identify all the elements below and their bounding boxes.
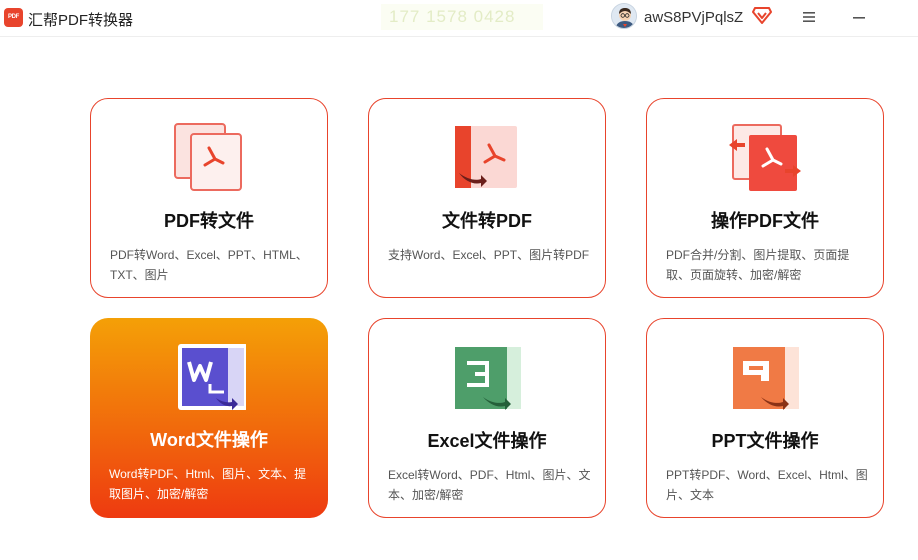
card-title: Word文件操作 xyxy=(150,430,268,450)
vip-diamond-icon[interactable] xyxy=(752,6,772,24)
card-file-to-pdf[interactable]: 文件转PDF 支持Word、Excel、PPT、图片转PDF xyxy=(368,98,606,298)
card-title: PPT文件操作 xyxy=(711,431,819,451)
card-operate-pdf[interactable]: 操作PDF文件 PDF合并/分割、图片提取、页面提取、页面旋转、加密/解密 xyxy=(646,98,884,298)
ppt-document-icon xyxy=(733,347,799,410)
card-description: PPT转PDF、Word、Excel、Html、图片、文本 xyxy=(666,468,868,502)
file-to-pdf-icon xyxy=(455,126,517,188)
operate-pdf-icon xyxy=(729,124,801,191)
excel-document-icon xyxy=(455,347,521,410)
watermark-text: 177 1578 0428 xyxy=(381,4,543,30)
card-description: PDF合并/分割、图片提取、页面提取、页面旋转、加密/解密 xyxy=(666,248,850,282)
card-word-operations[interactable]: Word文件操作 Word转PDF、Html、图片、文本、提取图片、加密/解密 xyxy=(90,318,328,518)
title-bar: PDF 汇帮PDF转换器 177 1578 0428 awS8PVjPqlsZ xyxy=(0,0,918,37)
app-title: 汇帮PDF转换器 xyxy=(28,12,134,29)
card-description: PDF转Word、Excel、PPT、HTML、TXT、图片 xyxy=(110,248,308,282)
card-title: PDF转文件 xyxy=(164,211,254,231)
hamburger-menu-icon[interactable] xyxy=(801,10,817,24)
card-description: Word转PDF、Html、图片、文本、提取图片、加密/解密 xyxy=(109,467,307,501)
card-description: 支持Word、Excel、PPT、图片转PDF xyxy=(388,248,590,262)
card-pdf-to-file[interactable]: PDF转文件 PDF转Word、Excel、PPT、HTML、TXT、图片 xyxy=(90,98,328,298)
card-title: 操作PDF文件 xyxy=(711,211,819,231)
avatar-icon[interactable] xyxy=(611,3,637,29)
card-title: 文件转PDF xyxy=(442,211,532,231)
card-description: Excel转Word、PDF、Html、图片、文本、加密/解密 xyxy=(388,468,591,502)
app-logo-icon: PDF xyxy=(4,8,23,27)
card-ppt-operations[interactable]: PPT文件操作 PPT转PDF、Word、Excel、Html、图片、文本 xyxy=(646,318,884,518)
username-label[interactable]: awS8PVjPqlsZ xyxy=(644,9,743,26)
pdf-to-file-icon xyxy=(174,123,242,191)
word-document-icon xyxy=(178,344,246,410)
card-excel-operations[interactable]: Excel文件操作 Excel转Word、PDF、Html、图片、文本、加密/解… xyxy=(368,318,606,518)
minimize-icon[interactable] xyxy=(851,10,867,24)
card-title: Excel文件操作 xyxy=(427,431,547,451)
